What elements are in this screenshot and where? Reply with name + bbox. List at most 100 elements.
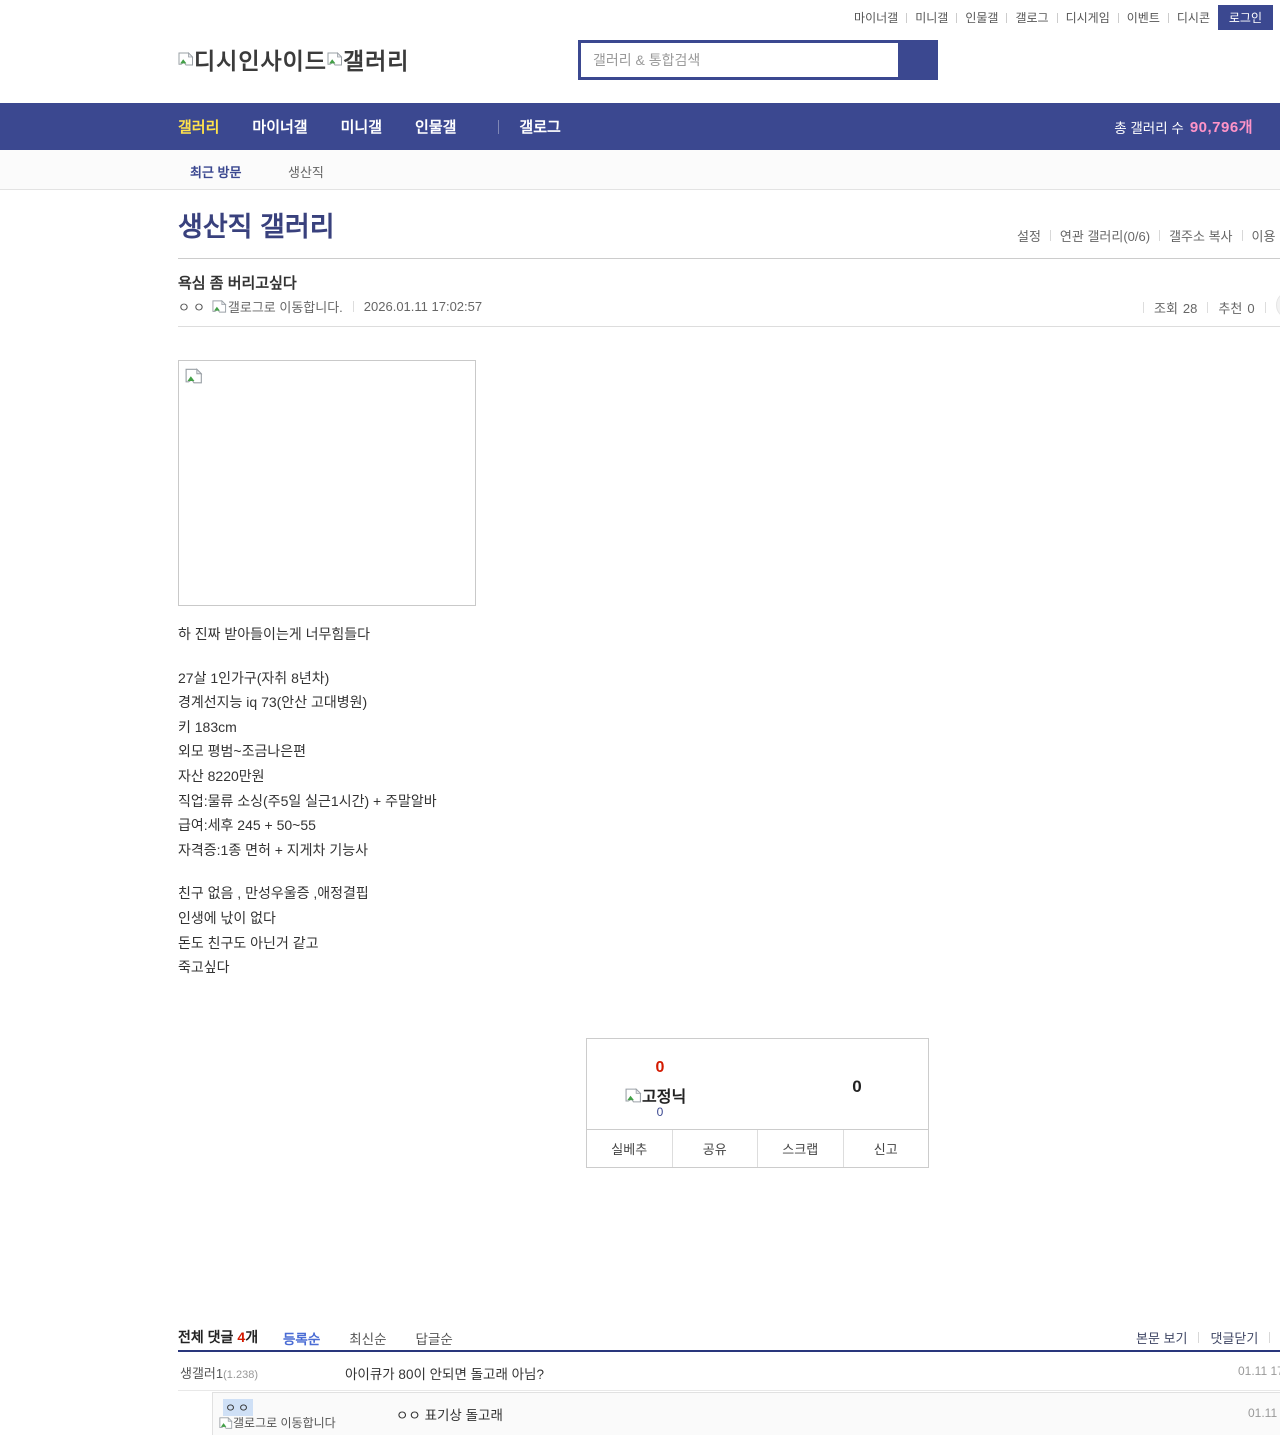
close-comments-button[interactable]: 댓글닫기 xyxy=(1210,1328,1258,1347)
broken-image-icon xyxy=(327,51,343,67)
upvote-button[interactable]: 고정닉 xyxy=(625,1083,686,1107)
total-gallery-count: 총 갤러리 수 90,796개 xyxy=(1114,103,1253,150)
post-content-line xyxy=(178,647,1098,666)
post-content-line: 직업:물류 소싱(주5일 실근1시간) + 주말알바 xyxy=(178,792,437,809)
divider xyxy=(956,12,958,23)
post-content-line: 급여:세후 245 + 50~55 xyxy=(178,817,316,834)
broken-image-icon xyxy=(212,299,227,314)
gallery-menu-copy-url[interactable]: 갤주소 복사 xyxy=(1169,226,1232,245)
post-broken-image xyxy=(178,360,476,606)
divider xyxy=(1006,12,1008,23)
nav-item-gallery[interactable]: 갤러리 xyxy=(178,116,219,137)
gallery-menu-related[interactable]: 연관 갤러리(0/6) xyxy=(1060,226,1150,245)
comment-tools: 본문 보기 댓글닫기 xyxy=(1125,1328,1271,1347)
divider xyxy=(1049,230,1051,241)
divider xyxy=(1207,301,1209,313)
divider xyxy=(498,119,500,134)
commenter-nickname[interactable]: 생갤러1(1.238) xyxy=(180,1363,258,1382)
share-button[interactable]: 공유 xyxy=(671,1130,757,1167)
post-content-line: 자격증:1종 면허 + 지게차 기능사 xyxy=(178,841,368,858)
recent-visit-bar: 최근 방문 생산직 xyxy=(0,150,1280,190)
nav-item-minorgall[interactable]: 마이너갤 xyxy=(252,116,307,137)
sort-newest[interactable]: 최신순 xyxy=(349,1328,386,1348)
login-button[interactable]: 로그인 xyxy=(1217,5,1273,30)
fixed-nick-count: 0 xyxy=(656,1105,664,1119)
logo-text-gallery: 갤러리 xyxy=(342,48,410,74)
view-count: 조회 28 xyxy=(1154,300,1198,316)
vote-action-bar: 실베추 공유 스크랩 신고 xyxy=(587,1129,928,1167)
upvote-count: 0 xyxy=(655,1059,665,1076)
post-header: 욕심 좀 버리고싶다 ㅇㅇ 갤로그로 이동합니다. 2026.01.11 17:… xyxy=(178,258,1280,327)
scrap-button[interactable]: 스크랩 xyxy=(757,1130,843,1167)
topbar-link-minigall[interactable]: 미니갤 xyxy=(915,9,948,26)
post-content: 하 진짜 받아들이는게 너무힘들다 27살 1인가구(자취 8년차) 경계선지능… xyxy=(178,622,1098,980)
sort-replies[interactable]: 답글순 xyxy=(416,1328,453,1348)
comment-row: 생갤러1(1.238) 아이큐가 80이 안되면 돌고래 아님? 01.11 1… xyxy=(178,1354,1280,1391)
post-content-line: 27살 1인가구(자취 8년차) xyxy=(178,669,330,686)
divider xyxy=(906,12,908,23)
sort-registered[interactable]: 등록순 xyxy=(283,1328,320,1348)
reply-nickname[interactable]: ㅇㅇ xyxy=(223,1399,254,1416)
post-content-line: 인생에 낛이 없다 xyxy=(178,909,276,926)
comments-header: 전체 댓글 4개 등록순 최신순 답글순 본문 보기 댓글닫기 xyxy=(178,1323,1280,1352)
nav-item-persongall[interactable]: 인물갤 xyxy=(415,116,456,137)
nav-item-minigall[interactable]: 미니갤 xyxy=(341,116,382,137)
topbar-link-gallog[interactable]: 갤로그 xyxy=(1015,9,1048,26)
topbar-links: 마이너갤 미니갤 인물갤 갤로그 디시게임 이벤트 디시콘 xyxy=(846,9,1218,26)
search-box xyxy=(578,40,938,80)
post-content-line xyxy=(178,862,1098,881)
topbar-link-minorgall[interactable]: 마이너갤 xyxy=(854,9,898,26)
nav-item-gallog[interactable]: 갤로그 xyxy=(519,116,560,137)
topbar-link-persongall[interactable]: 인물갤 xyxy=(965,9,998,26)
dcinside-gallery-page: 마이너갤 미니갤 인물갤 갤로그 디시게임 이벤트 디시콘 로그인 디시인사이드… xyxy=(0,0,1280,1435)
comment-text: 아이큐가 80이 안되면 돌고래 아님? xyxy=(345,1367,544,1382)
topbar-link-dccon[interactable]: 디시콘 xyxy=(1177,9,1210,26)
post-date: 2026.01.11 17:02:57 xyxy=(363,299,483,314)
post-meta: ㅇㅇ 갤로그로 이동합니다. 2026.01.11 17:02:57 xyxy=(178,297,482,316)
site-logo[interactable]: 디시인사이드 갤러리 xyxy=(178,42,409,76)
vote-box: 0 고정닉 0 0 실베추 공유 스크랩 신고 xyxy=(586,1038,929,1168)
reply-gallog-label: 갤로그로 이동합니다 xyxy=(233,1416,336,1430)
total-gallery-number: 90,796개 xyxy=(1189,119,1253,136)
recent-visit-label[interactable]: 최근 방문 xyxy=(190,162,241,181)
post-content-line: 자산 8220만원 xyxy=(178,767,265,784)
reply-date: 01.11 1 xyxy=(1248,1406,1280,1420)
gallery-title[interactable]: 생산직 갤러리 xyxy=(178,205,335,244)
view-post-button[interactable]: 본문 보기 xyxy=(1136,1328,1187,1347)
comment-shortcut-button[interactable] xyxy=(1275,291,1280,319)
topbar-link-event[interactable]: 이벤트 xyxy=(1127,9,1160,26)
post-author-nickname: ㅇㅇ xyxy=(178,300,208,315)
gallog-link[interactable]: 갤로그로 이동합니다. xyxy=(212,297,343,316)
search-button[interactable] xyxy=(898,40,938,80)
divider xyxy=(1167,12,1169,23)
divider xyxy=(1143,301,1144,313)
recent-visit-gallery-link[interactable]: 생산직 xyxy=(288,162,324,181)
navbar-items: 갤러리 마이너갤 미니갤 인물갤 갤로그 xyxy=(178,103,594,150)
broken-image-icon xyxy=(219,1416,233,1430)
broken-image-icon xyxy=(185,367,203,385)
gallery-menu-guide[interactable]: 이용 xyxy=(1252,226,1276,245)
divider xyxy=(1264,301,1266,313)
post-content-line: 죽고싶다 xyxy=(178,959,230,976)
post-content-line: 돈도 친구도 아닌거 같고 xyxy=(178,934,319,951)
topbar-link-dcgame[interactable]: 디시게임 xyxy=(1066,9,1110,26)
post-content-line: 경계선지능 iq 73(안산 고대병원) xyxy=(178,694,368,711)
reply-gallog-link[interactable]: 갤로그로 이동합니다 xyxy=(219,1416,339,1430)
divider xyxy=(1198,1332,1200,1343)
divider xyxy=(1241,230,1243,241)
gallery-menu-settings[interactable]: 설정 xyxy=(1017,226,1041,245)
post-content-line: 키 183cm xyxy=(178,718,237,735)
report-button[interactable]: 신고 xyxy=(842,1130,928,1167)
commenter-ip: (1.238) xyxy=(223,1369,258,1381)
gallog-link-label: 갤로그로 이동합니다. xyxy=(227,300,343,315)
divider xyxy=(1159,230,1161,241)
divider xyxy=(1117,12,1119,23)
post-stats: 조회 28 추천 0 xyxy=(1133,291,1280,319)
divider xyxy=(1056,12,1058,23)
silbechu-button[interactable]: 실베추 xyxy=(587,1130,672,1167)
recommend-count: 추천 0 xyxy=(1218,300,1255,316)
post-content-line: 친구 없음 , 만성우울증 ,애정결핍 xyxy=(178,885,369,902)
comments-total: 전체 댓글 4개 xyxy=(178,1329,259,1345)
search-input[interactable] xyxy=(578,40,898,80)
main-navbar: 갤러리 마이너갤 미니갤 인물갤 갤로그 총 갤러리 수 90,796개 xyxy=(0,103,1280,150)
